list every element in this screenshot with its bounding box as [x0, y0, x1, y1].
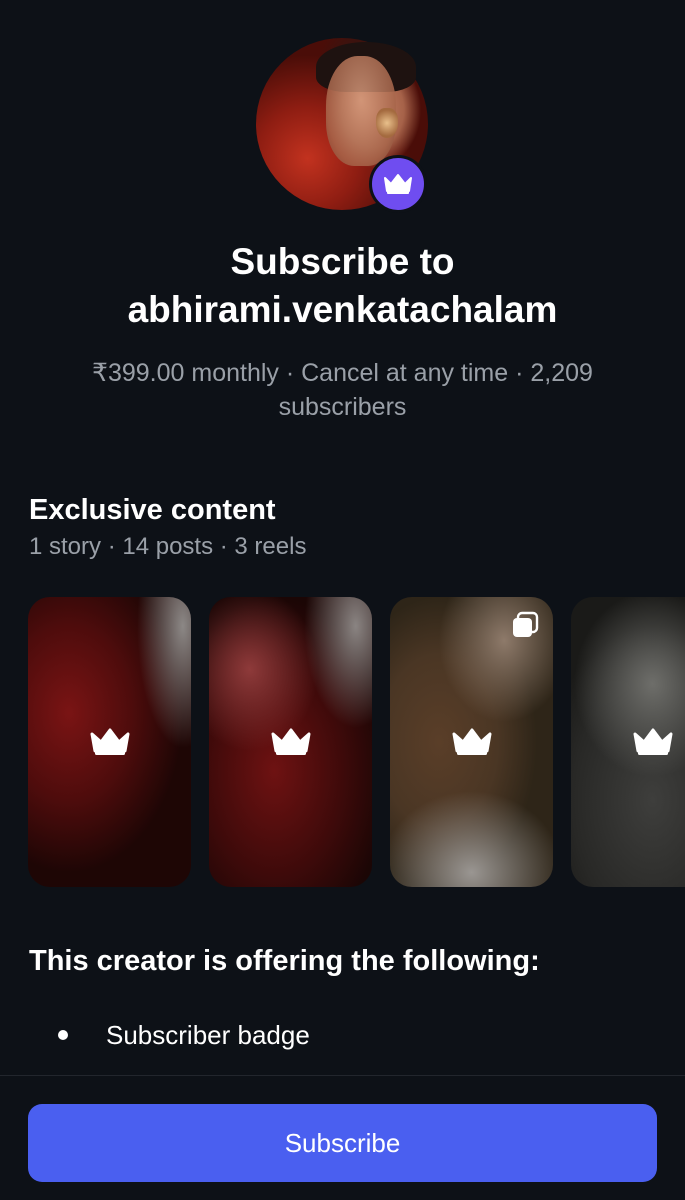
offering-heading: This creator is offering the following:: [29, 945, 540, 977]
exclusive-content-counts: 1 story · 14 posts · 3 reels: [29, 533, 307, 560]
avatar-earring: [376, 108, 398, 138]
creator-username: abhirami.venkatachalam: [127, 289, 558, 330]
subscribe-button[interactable]: Subscribe: [28, 1104, 657, 1182]
crown-icon: [384, 174, 412, 194]
exclusive-content-heading: Exclusive content: [29, 494, 276, 526]
content-tile[interactable]: [390, 597, 553, 887]
multiple-posts-icon: [513, 611, 539, 637]
crown-icon: [633, 728, 672, 755]
offering-item-label: Subscriber badge: [106, 1020, 310, 1050]
content-tile[interactable]: [209, 597, 372, 887]
crown-icon: [90, 728, 129, 755]
subscriber-badge: [369, 155, 427, 213]
avatar-container: [256, 38, 428, 213]
exclusive-content-carousel[interactable]: [28, 597, 685, 887]
offering-list-item: Subscriber badge: [58, 1018, 310, 1052]
crown-icon: [452, 728, 491, 755]
content-tile[interactable]: [571, 597, 685, 887]
title-line-1: Subscribe to: [230, 241, 455, 282]
page-title: Subscribe to abhirami.venkatachalam: [0, 238, 685, 334]
divider: [0, 1075, 685, 1076]
bullet-icon: [58, 1030, 68, 1040]
subscription-meta: ₹399.00 monthly · Cancel at any time · 2…: [92, 359, 593, 421]
content-tile[interactable]: [28, 597, 191, 887]
crown-icon: [271, 728, 310, 755]
